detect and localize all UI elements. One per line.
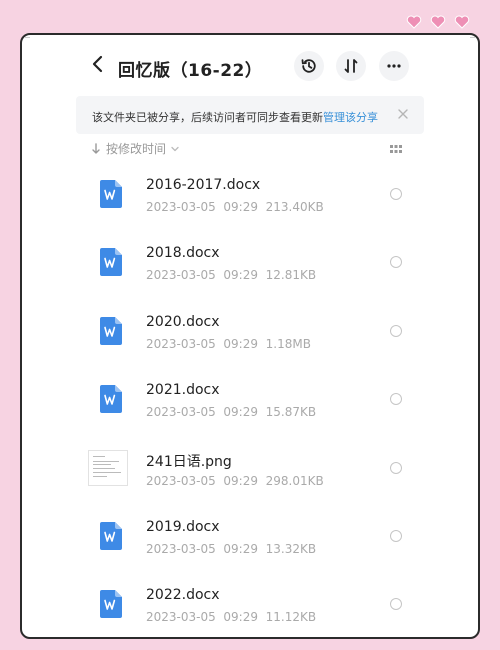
file-size: 11.12KB — [265, 610, 317, 625]
arrow-down-icon — [92, 142, 100, 154]
file-name: 2016-2017.docx — [146, 177, 261, 193]
share-notice-message: 该文件夹已被分享，后续访问者可同步查看更新 — [92, 111, 323, 124]
sort-button[interactable] — [336, 51, 366, 81]
history-button[interactable] — [294, 51, 324, 81]
file-size: 1.18MB — [265, 336, 311, 351]
sort-arrows-icon — [344, 59, 358, 73]
heart-icon — [406, 15, 422, 29]
share-notice-text: 该文件夹已被分享，后续访问者可同步查看更新管理该分享 — [92, 109, 378, 125]
file-meta: 2023-03-05 09:29 298.01KB — [146, 474, 324, 488]
file-time: 09:29 — [223, 268, 258, 283]
sort-label: 按修改时间 — [106, 142, 167, 156]
word-doc-icon — [100, 248, 122, 277]
file-size: 298.01KB — [265, 473, 324, 488]
file-time: 09:29 — [223, 336, 258, 351]
file-name: 2021.docx — [146, 382, 220, 399]
file-size: 13.32KB — [265, 542, 317, 556]
word-doc-icon — [100, 522, 122, 550]
file-row[interactable]: 2018.docx 2023-03-05 09:29 12.81KB — [30, 234, 470, 302]
select-radio[interactable] — [390, 393, 402, 406]
word-doc-icon — [100, 180, 122, 208]
select-radio[interactable] — [390, 598, 402, 611]
file-time: 09:29 — [223, 542, 258, 556]
select-radio[interactable] — [390, 256, 402, 269]
sort-selector[interactable]: 按修改时间 — [90, 140, 180, 157]
file-date: 2023-03-05 — [146, 200, 216, 214]
close-icon[interactable] — [396, 107, 410, 121]
chevron-down-icon — [171, 146, 179, 151]
history-icon — [301, 59, 316, 73]
file-date: 2023-03-05 — [146, 405, 216, 420]
file-meta: 2023-03-05 09:29 13.32KB — [146, 542, 316, 556]
file-date: 2023-03-05 — [146, 610, 216, 625]
file-row[interactable]: 2022.docx 2023-03-05 09:29 11.12KB — [30, 576, 470, 636]
word-doc-icon — [100, 385, 122, 414]
file-row[interactable]: 241日语.png 2023-03-05 09:29 298.01KB — [30, 440, 470, 508]
select-radio[interactable] — [390, 530, 402, 542]
file-date: 2023-03-05 — [146, 268, 216, 283]
select-radio[interactable] — [390, 461, 402, 474]
file-name: 2019.docx — [146, 519, 220, 535]
file-row[interactable]: 2016-2017.docx 2023-03-05 09:29 213.40KB — [30, 166, 470, 234]
file-size: 15.87KB — [265, 405, 317, 420]
file-meta: 2023-03-05 09:29 1.18MB — [146, 337, 311, 351]
file-date: 2023-03-05 — [146, 473, 216, 488]
file-time: 09:29 — [223, 473, 258, 488]
folder-title: 回忆版（16-22） — [118, 61, 263, 81]
file-meta: 2023-03-05 09:29 15.87KB — [146, 405, 316, 419]
more-dots-icon — [387, 64, 401, 68]
grid-view-icon[interactable] — [390, 144, 402, 156]
select-radio[interactable] — [390, 324, 402, 337]
word-doc-icon — [100, 316, 122, 345]
file-date: 2023-03-05 — [146, 336, 216, 351]
file-time: 09:29 — [223, 405, 258, 420]
file-date: 2023-03-05 — [146, 542, 216, 556]
heart-icon — [430, 15, 446, 29]
file-size: 213.40KB — [265, 200, 324, 214]
manage-share-link[interactable]: 管理该分享 — [323, 111, 378, 124]
back-arrow-icon[interactable] — [88, 54, 108, 74]
file-name: 241日语.png — [146, 453, 232, 470]
file-meta: 2023-03-05 09:29 12.81KB — [146, 268, 316, 282]
file-time: 09:29 — [223, 610, 258, 625]
file-meta: 2023-03-05 09:29 11.12KB — [146, 610, 316, 624]
file-row[interactable]: 2019.docx 2023-03-05 09:29 13.32KB — [30, 508, 470, 576]
screen: 回忆版（16-22） 该文件夹已被分享，后续访问者可同步查看更新管理该分享 按修… — [30, 36, 470, 636]
file-name: 2018.docx — [146, 245, 220, 262]
file-row[interactable]: 2020.docx 2023-03-05 09:29 1.18MB — [30, 303, 470, 371]
file-size: 12.81KB — [265, 268, 317, 283]
decorative-hearts — [406, 14, 470, 30]
select-radio[interactable] — [390, 188, 402, 200]
header-bar: 回忆版（16-22） — [30, 36, 470, 100]
file-row[interactable]: 2021.docx 2023-03-05 09:29 15.87KB — [30, 371, 470, 439]
heart-icon — [454, 15, 470, 29]
image-thumbnail-icon — [88, 449, 128, 486]
more-button[interactable] — [379, 51, 409, 81]
file-meta: 2023-03-05 09:29 213.40KB — [146, 200, 324, 214]
share-notice-banner: 该文件夹已被分享，后续访问者可同步查看更新管理该分享 — [76, 96, 424, 134]
file-name: 2020.docx — [146, 313, 220, 330]
file-name: 2022.docx — [146, 587, 220, 604]
word-doc-icon — [100, 590, 122, 619]
file-time: 09:29 — [223, 200, 258, 214]
